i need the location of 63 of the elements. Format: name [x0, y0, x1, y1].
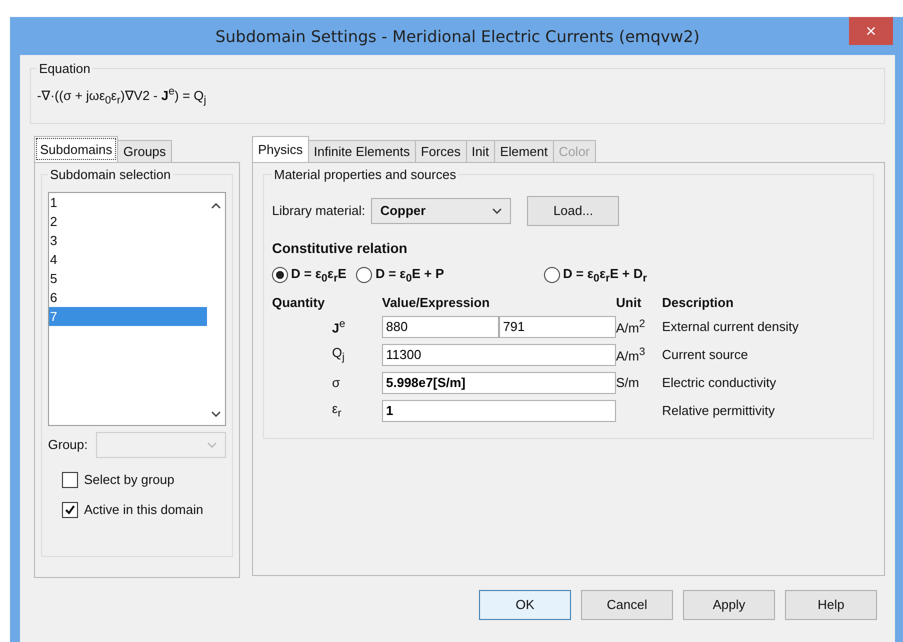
- radio-button[interactable]: [544, 267, 560, 284]
- radio-label: D = ε$_{0}$E + P: [375, 266, 444, 285]
- list-item[interactable]: 4: [49, 250, 207, 269]
- description-text: Electric conductivity: [662, 375, 778, 390]
- group-label: Subdomain selection: [49, 166, 172, 182]
- quantity-symbol: σ: [331, 375, 342, 390]
- list-item[interactable]: 2: [49, 212, 207, 231]
- window-title: Subdomain Settings - Meridional Electric Currents (emqvw2): [215, 26, 700, 46]
- value-field[interactable]: 791: [499, 316, 616, 338]
- tab[interactable]: Infinite Elements: [308, 140, 416, 162]
- tab[interactable]: Init: [466, 140, 495, 162]
- chevron-down-icon: [207, 442, 217, 448]
- value-field[interactable]: 5.998e7[S/m]: [382, 372, 616, 394]
- checkbox-label: Active in this domain: [84, 502, 204, 518]
- value-field[interactable]: 11300: [382, 344, 616, 366]
- quantity-symbol: J$^{e}$: [331, 318, 346, 336]
- tab[interactable]: Forces: [414, 140, 467, 162]
- quantity-symbol: Q$_{j}$: [331, 345, 346, 364]
- subdomain-list[interactable]: 1 2 3 4 5 6 7: [48, 192, 226, 426]
- value-field[interactable]: 880: [382, 316, 499, 338]
- checkbox-label: Select by group: [84, 472, 174, 488]
- equation-text: -∇·((σ + jωε$_{0}$ε$_{r}$)∇V2 - J$^{e}$) = Q$_{j}$: [37, 88, 206, 104]
- dialog-button[interactable]: Apply: [683, 590, 775, 620]
- list-item[interactable]: 6: [49, 288, 207, 307]
- field-label: Library material:: [272, 203, 366, 218]
- tab[interactable]: Physics: [252, 136, 309, 162]
- list-item[interactable]: 3: [49, 230, 207, 250]
- quantity-symbol: ε$_{r}$: [331, 401, 342, 420]
- radio-label: D = ε$_{0}$ε$_{r}$E: [291, 266, 346, 285]
- description-text: External current density: [662, 319, 800, 334]
- column-header: Quantity: [272, 294, 326, 310]
- tab[interactable]: Subdomains: [34, 136, 118, 162]
- radio-button[interactable]: [356, 267, 372, 284]
- section-heading: Constitutive relation: [272, 240, 408, 256]
- column-header: Unit: [616, 294, 642, 310]
- dialog-button[interactable]: Help: [785, 590, 877, 620]
- checkbox[interactable]: [62, 502, 78, 518]
- dialog-button[interactable]: Cancel: [581, 590, 673, 620]
- description-text: Relative permittivity: [662, 403, 776, 418]
- group-label: Material properties and sources: [273, 166, 458, 182]
- column-header: Value/Expression: [382, 294, 491, 310]
- unit-text: A/m$^{2}$: [616, 318, 646, 336]
- scroll-up-icon[interactable]: [211, 202, 221, 209]
- column-header: Description: [662, 294, 735, 310]
- unit-text: A/m$^{3}$: [616, 346, 646, 364]
- tab[interactable]: Element: [494, 140, 554, 162]
- unit-text: S/m: [616, 375, 640, 390]
- list-item[interactable]: 1: [49, 192, 207, 212]
- dialog-button[interactable]: OK: [479, 590, 571, 620]
- load-button[interactable]: Load...: [527, 196, 620, 226]
- chevron-down-icon: [492, 208, 502, 214]
- field-label: Group:: [48, 437, 88, 452]
- material-dropdown[interactable]: Copper: [371, 198, 512, 224]
- close-button[interactable]: ×: [849, 17, 893, 45]
- radio-label: D = ε$_{0}$ε$_{r}$E + D$_{r}$: [563, 266, 647, 285]
- list-item[interactable]: 5: [49, 268, 207, 288]
- radio-button[interactable]: [272, 267, 288, 284]
- description-text: Current source: [662, 347, 749, 362]
- group-label: Equation: [38, 61, 92, 76]
- tab[interactable]: Groups: [117, 140, 172, 162]
- checkbox[interactable]: [62, 472, 78, 488]
- scroll-down-icon[interactable]: [211, 410, 221, 417]
- value-field[interactable]: 1: [382, 400, 616, 422]
